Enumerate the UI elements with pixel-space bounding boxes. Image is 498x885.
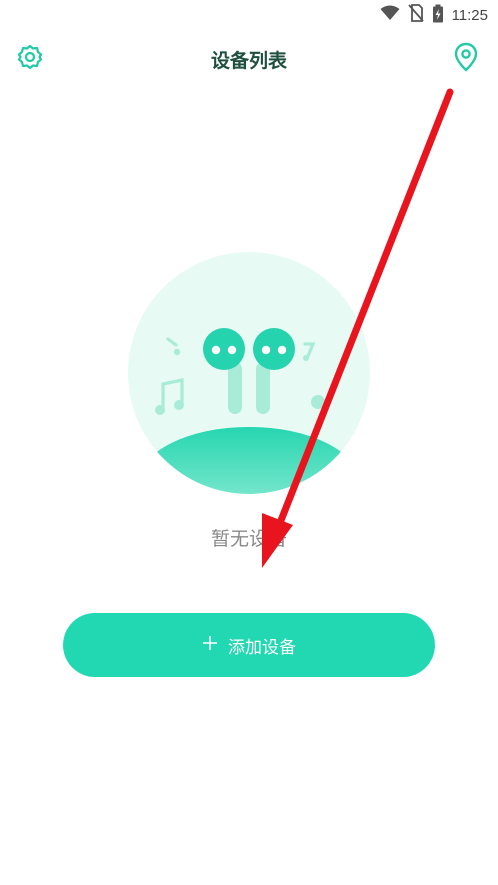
battery-charging-icon xyxy=(432,4,444,27)
no-sim-icon xyxy=(407,4,424,26)
status-icons: 11:25 xyxy=(380,4,488,26)
status-time: 11:25 xyxy=(451,6,488,24)
location-button[interactable] xyxy=(450,42,482,76)
location-pin-icon xyxy=(453,42,479,76)
add-device-label: 添加设备 xyxy=(228,637,296,658)
status-bar: 11:25 xyxy=(0,0,498,30)
empty-state-message: 暂无设备 xyxy=(210,528,287,550)
page-title: 设备列表 xyxy=(210,50,287,72)
wifi-icon xyxy=(380,5,400,25)
plus-icon xyxy=(202,634,218,656)
earbuds-music-illustration xyxy=(128,252,370,494)
add-device-button[interactable]: 添加设备 xyxy=(63,613,435,677)
app-bar: 设备列表 xyxy=(0,38,498,82)
